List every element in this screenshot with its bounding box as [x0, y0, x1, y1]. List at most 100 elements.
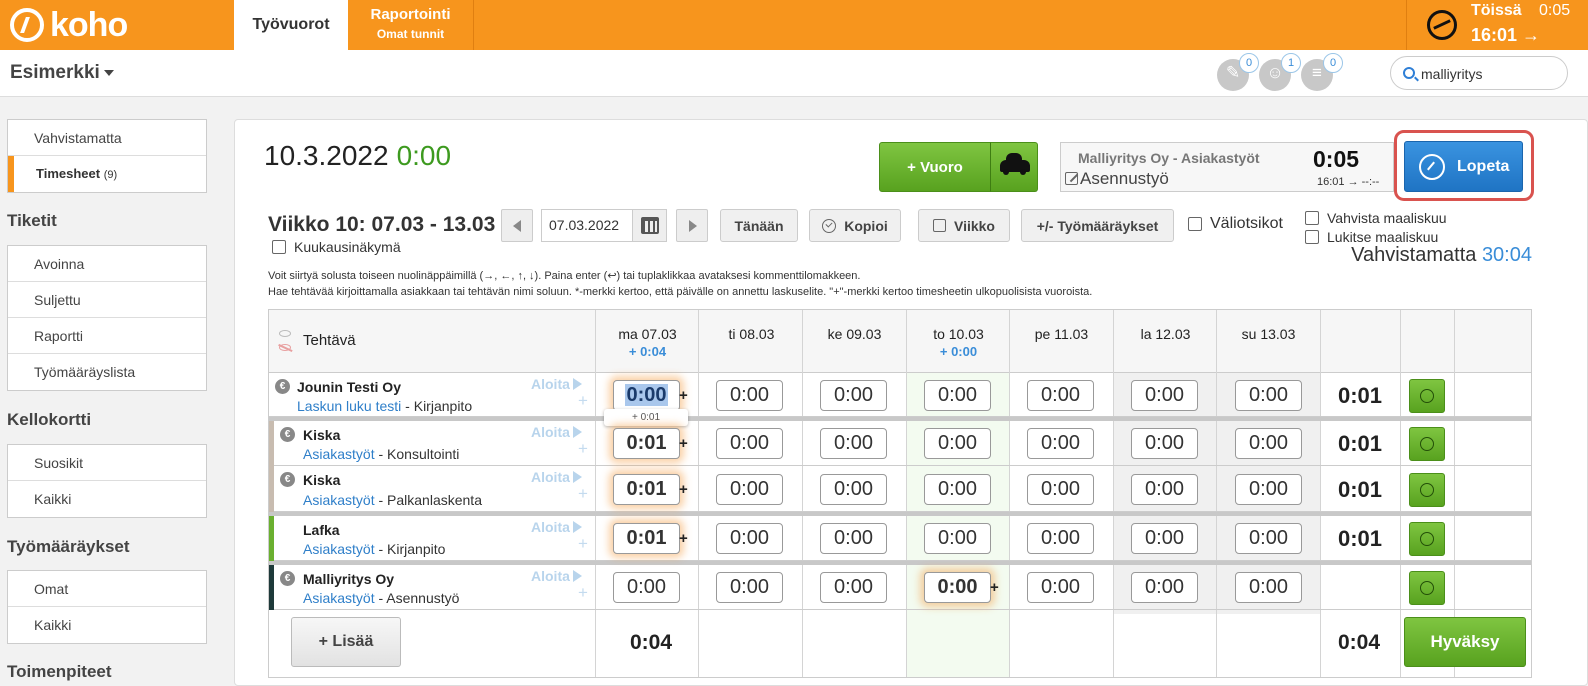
row-category-link[interactable]: Laskun luku testi	[297, 398, 401, 414]
checkbox[interactable]	[1305, 230, 1319, 244]
start-timer-button[interactable]: Aloita	[531, 424, 582, 440]
travel-button[interactable]	[990, 142, 1038, 192]
checkbox[interactable]	[272, 240, 286, 254]
sidebar-item-tyomaarayslista[interactable]: Työmääräyslista	[8, 354, 206, 390]
approve-row-button[interactable]	[1409, 473, 1445, 507]
tickets-notification[interactable]: ✎ 0	[1217, 53, 1259, 91]
prev-week-button[interactable]	[501, 209, 533, 242]
time-cell[interactable]: 0:00	[1235, 572, 1302, 603]
subtotals-checkbox[interactable]: Väliotsikot	[1188, 215, 1283, 233]
time-cell[interactable]: 0:00	[924, 523, 991, 554]
week-button[interactable]: Viikko	[918, 209, 1010, 242]
checkbox[interactable]	[1305, 211, 1319, 225]
add-entry-icon[interactable]: +	[578, 534, 588, 554]
time-cell[interactable]: 0:00	[820, 523, 887, 554]
euro-icon: €	[275, 379, 290, 394]
sidebar-item-kaikki[interactable]: Kaikki	[8, 481, 206, 517]
next-week-button[interactable]	[676, 209, 708, 242]
date-input[interactable]	[549, 217, 634, 233]
time-cell[interactable]: 0:00	[1235, 523, 1302, 554]
copy-button[interactable]: Kopioi	[809, 209, 901, 242]
time-cell[interactable]: 0:00	[1131, 523, 1198, 554]
time-cell[interactable]: 0:00	[1131, 428, 1198, 459]
calendar-button[interactable]	[632, 210, 666, 241]
approve-row-button[interactable]	[1409, 379, 1445, 413]
time-cell[interactable]: 0:01	[613, 474, 680, 505]
sidebar-item-suosikit[interactable]: Suosikit	[8, 445, 206, 481]
sidebar-item-kaikki-orders[interactable]: Kaikki	[8, 607, 206, 643]
stop-button[interactable]: Lopeta	[1404, 141, 1523, 192]
add-entry-icon[interactable]: +	[578, 391, 588, 411]
time-cell[interactable]: 0:00	[820, 474, 887, 505]
approve-all-button[interactable]: Hyväksy	[1404, 617, 1526, 667]
time-cell[interactable]: 0:00	[1131, 380, 1198, 411]
start-timer-button[interactable]: Aloita	[531, 376, 582, 392]
add-row-button[interactable]: + Lisää	[291, 617, 401, 667]
time-cell[interactable]: 0:00	[820, 572, 887, 603]
sidebar-item-timesheet[interactable]: Timesheet (9)	[8, 156, 206, 192]
start-timer-button[interactable]: Aloita	[531, 469, 582, 485]
time-cell[interactable]: 0:00	[1131, 474, 1198, 505]
approve-row-button[interactable]	[1409, 522, 1445, 556]
time-cell[interactable]: 0:00	[924, 380, 991, 411]
approve-row-button[interactable]	[1409, 427, 1445, 461]
time-cell[interactable]: 0:00	[716, 380, 783, 411]
start-timer-button[interactable]: Aloita	[531, 519, 582, 535]
add-entry-icon[interactable]: +	[578, 583, 588, 603]
start-timer-button[interactable]: Aloita	[531, 568, 582, 584]
lock-invoice-checkbox[interactable]: Lukitse maaliskuu	[1305, 229, 1438, 245]
time-cell[interactable]: 0:00	[924, 474, 991, 505]
time-cell[interactable]: 0:00	[1235, 380, 1302, 411]
help-text: Voit siirtyä solusta toiseen nuolinäppäi…	[268, 268, 1092, 300]
add-entry-icon[interactable]: +	[578, 439, 588, 459]
time-cell[interactable]: 0:00	[924, 428, 991, 459]
time-cell[interactable]: 0:00	[1027, 428, 1094, 459]
time-cell[interactable]: 0:00	[716, 428, 783, 459]
row-category-link[interactable]: Asiakastyöt	[303, 492, 375, 508]
time-cell[interactable]: 0:00	[613, 572, 680, 603]
time-cell[interactable]: 0:00	[1027, 572, 1094, 603]
time-cell[interactable]: 0:00	[1027, 380, 1094, 411]
list-notification[interactable]: ≡ 0	[1301, 53, 1343, 91]
row-category-link[interactable]: Asiakastyöt	[303, 541, 375, 557]
eye-icon[interactable]	[279, 330, 291, 337]
sidebar-item-avoinna[interactable]: Avoinna	[8, 246, 206, 282]
time-cell[interactable]: 0:00	[1131, 572, 1198, 603]
time-cell[interactable]: 0:00	[820, 428, 887, 459]
search-input[interactable]	[1421, 63, 1561, 85]
koho-logo[interactable]: koho	[10, 5, 128, 45]
tab-tyovuorot[interactable]: Työvuorot	[234, 0, 348, 50]
time-cell[interactable]: 0:01	[613, 523, 680, 554]
time-cell[interactable]: 0:00	[716, 474, 783, 505]
clock-status[interactable]: Töissä 0:05 16:01 →	[1406, 0, 1588, 50]
row-category-link[interactable]: Asiakastyöt	[303, 446, 375, 462]
sidebar-item-raportti[interactable]: Raportti	[8, 318, 206, 354]
eye-off-icon[interactable]	[279, 344, 291, 351]
time-cell[interactable]: 0:00	[1027, 523, 1094, 554]
sidebar-item-suljettu[interactable]: Suljettu	[8, 282, 206, 318]
add-shift-button[interactable]: + Vuoro	[879, 142, 991, 192]
sidebar-item-omat[interactable]: Omat	[8, 571, 206, 607]
confirm-invoice-checkbox[interactable]: Vahvista maaliskuu	[1305, 210, 1447, 226]
today-button[interactable]: Tänään	[720, 209, 798, 242]
time-cell[interactable]: 0:00	[1235, 428, 1302, 459]
work-orders-button[interactable]: +/- Työmääräykset	[1021, 209, 1174, 242]
time-cell[interactable]: 0:00	[820, 380, 887, 411]
time-cell[interactable]: 0:01	[613, 428, 680, 459]
approve-row-button[interactable]	[1409, 571, 1445, 605]
group-notification[interactable]: ☺ 1	[1259, 53, 1301, 91]
checkbox[interactable]	[1188, 217, 1202, 231]
row-category-link[interactable]: Asiakastyöt	[303, 590, 375, 606]
company-selector[interactable]: Esimerkki	[10, 62, 114, 84]
sidebar-item-vahvistamatta[interactable]: Vahvistamatta	[8, 120, 206, 156]
time-cell[interactable]: 0:00	[1027, 474, 1094, 505]
time-cell[interactable]: 0:00	[716, 523, 783, 554]
month-view-checkbox[interactable]: Kuukausinäkymä	[272, 239, 401, 255]
time-cell[interactable]: 0:00	[716, 572, 783, 603]
time-cell[interactable]: 0:00	[924, 572, 991, 603]
current-task-name[interactable]: Asennustyö	[1065, 169, 1169, 189]
add-entry-icon[interactable]: +	[578, 484, 588, 504]
time-cell[interactable]: 0:00	[613, 380, 680, 411]
time-cell[interactable]: 0:00	[1235, 474, 1302, 505]
tab-raportointi[interactable]: Raportointi Omat tunnit	[348, 0, 474, 50]
